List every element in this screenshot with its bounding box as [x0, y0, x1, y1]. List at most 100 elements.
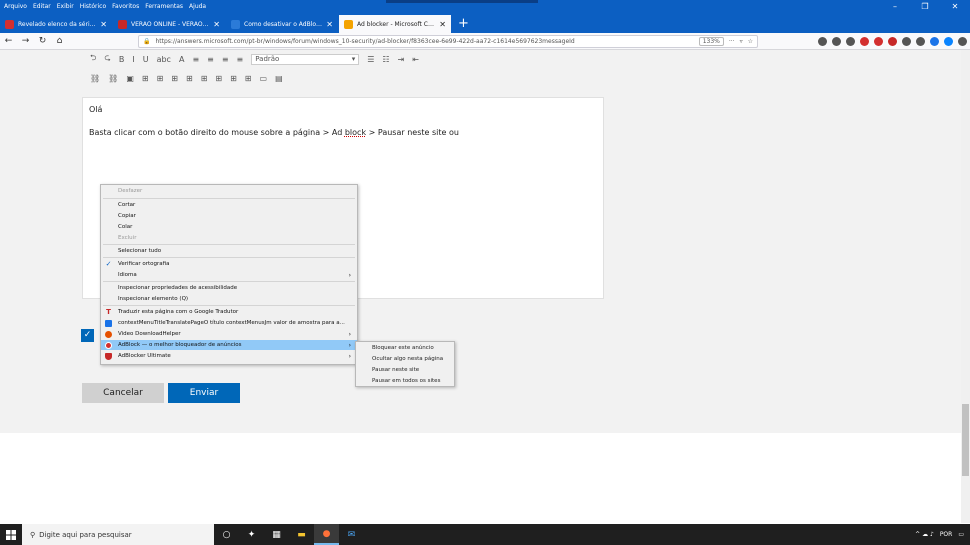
align-justify-icon[interactable]: ≡ [237, 55, 244, 64]
library-icon[interactable] [832, 36, 841, 46]
home-icon[interactable]: ⌂ [51, 36, 68, 46]
back-icon[interactable]: ← [0, 36, 17, 46]
unlink-icon[interactable]: ⛓ [108, 74, 118, 83]
app-icon[interactable]: ✦ [239, 524, 264, 545]
cancel-button[interactable]: Cancelar [82, 383, 164, 403]
tab-close-icon[interactable]: ✕ [100, 20, 107, 29]
italic-button[interactable]: I [132, 55, 134, 64]
tab-close-icon[interactable]: ✕ [213, 20, 220, 29]
menu-edit[interactable]: Editar [33, 3, 51, 10]
new-tab-button[interactable]: + [452, 15, 475, 33]
translate-extension-icon[interactable] [930, 36, 939, 46]
tray-icons[interactable]: ^ ☁ ♪ [915, 531, 934, 538]
menu-history[interactable]: Histórico [80, 3, 106, 10]
notify-checkbox[interactable]: ✓ [81, 329, 94, 342]
table-split-icon[interactable]: ⊞ [230, 74, 237, 83]
align-left-icon[interactable]: ≡ [192, 55, 199, 64]
menu-item-video-downloadhelper[interactable]: Video DownloadHelper › [101, 329, 357, 339]
windows-start-button[interactable] [0, 524, 22, 545]
outdent-icon[interactable]: ⇤ [412, 55, 419, 64]
submenu-block-ad[interactable]: Bloquear este anúncio [356, 343, 454, 353]
more-icon[interactable]: ··· [729, 38, 735, 45]
maximize-button[interactable]: ❐ [910, 0, 940, 13]
indent-icon[interactable]: ⇥ [398, 55, 405, 64]
reload-icon[interactable]: ↻ [34, 36, 51, 46]
mail-icon[interactable]: ✉ [339, 524, 364, 545]
align-center-icon[interactable]: ≡ [207, 55, 214, 64]
menu-item-inspect-element[interactable]: Inspecionar elemento (Q) [101, 294, 357, 304]
menu-item-spellcheck[interactable]: ✓ Verificar ortografia [101, 259, 357, 269]
hamburger-menu-icon[interactable] [958, 36, 967, 46]
menu-tools[interactable]: Ferramentas [145, 3, 183, 10]
tray-language[interactable]: POR [940, 531, 953, 538]
table-row-icon[interactable]: ⊞ [157, 74, 164, 83]
menu-item-adblocker-ultimate[interactable]: AdBlocker Ultimate › [101, 351, 357, 361]
tab-4-active[interactable]: Ad blocker - Microsoft Commu ✕ [339, 15, 451, 33]
task-view-icon[interactable]: ○ [214, 524, 239, 545]
numbered-list-icon[interactable]: ☷ [382, 55, 389, 64]
redo-icon[interactable]: ⮎ [104, 52, 110, 66]
zoom-level[interactable]: 133% [698, 36, 724, 46]
menu-item-copy[interactable]: Copiar [101, 211, 357, 221]
tab-2[interactable]: VERÃO ONLINE - VERÃO ONLINE ✕ [113, 15, 225, 33]
firefox-icon[interactable]: ● [314, 524, 339, 545]
sidebar-icon[interactable] [846, 36, 855, 46]
strikethrough-button[interactable]: abc [157, 55, 171, 64]
menu-favorites[interactable]: Favoritos [112, 3, 139, 10]
tab-3[interactable]: Como desativar o AdBlock - mi ✕ [226, 15, 338, 33]
html-view-icon[interactable]: ▤ [275, 74, 283, 83]
downloads-icon[interactable] [818, 36, 827, 46]
font-color-button[interactable]: A [179, 55, 184, 64]
table-col-icon[interactable]: ⊞ [171, 74, 178, 83]
submenu-pause-site[interactable]: Pausar neste site [356, 365, 454, 375]
extension-icon[interactable] [902, 36, 911, 46]
store-icon[interactable]: ▦ [264, 524, 289, 545]
extension-icon[interactable] [944, 36, 953, 46]
adblocker-ultimate-icon[interactable] [888, 36, 897, 46]
image-icon[interactable]: ▣ [126, 74, 134, 83]
table-delete-icon[interactable]: ⊞ [201, 74, 208, 83]
minimize-button[interactable]: – [880, 0, 910, 13]
forward-icon[interactable]: → [17, 36, 34, 46]
menu-item-language[interactable]: Idioma › [101, 270, 357, 280]
table-merge-icon[interactable]: ⊞ [215, 74, 222, 83]
menu-item-undo[interactable]: Desfazer [101, 186, 357, 196]
menu-file[interactable]: Arquivo [4, 3, 27, 10]
menu-item-paste[interactable]: Colar [101, 222, 357, 232]
link-icon[interactable]: ⛓ [90, 74, 100, 83]
extension-icon[interactable] [916, 36, 925, 46]
tab-close-icon[interactable]: ✕ [439, 20, 446, 29]
align-right-icon[interactable]: ≡ [222, 55, 229, 64]
submenu-pause-all-sites[interactable]: Pausar em todos os sites [356, 376, 454, 386]
tab-close-icon[interactable]: ✕ [326, 20, 333, 29]
table-props-icon[interactable]: ⊞ [245, 74, 252, 83]
send-button[interactable]: Enviar [168, 383, 240, 403]
menu-item-translate[interactable]: T Traduzir esta página com o Google Trad… [101, 307, 357, 317]
menu-item-inspect-accessibility[interactable]: Inspecionar propriedades de acessibilida… [101, 283, 357, 293]
code-block-icon[interactable]: ▭ [260, 74, 268, 83]
menu-item-adblock[interactable]: AdBlock — o melhor bloqueador de anúncio… [101, 340, 357, 350]
taskbar-search[interactable]: ⚲ Digite aqui para pesquisar [22, 524, 214, 545]
submenu-hide-something[interactable]: Ocultar algo nesta página [356, 354, 454, 364]
tab-1[interactable]: Revelado elenco da série live a ✕ [0, 15, 112, 33]
format-select[interactable]: Padrão ▾ [251, 53, 360, 65]
scrollbar-thumb[interactable] [962, 404, 969, 476]
notification-icon[interactable]: ▭ [958, 531, 964, 538]
url-bar[interactable]: 🔒 https://answers.microsoft.com/pt-br/wi… [138, 34, 758, 48]
table-insert-icon[interactable]: ⊞ [186, 74, 193, 83]
bullet-list-icon[interactable]: ☰ [367, 55, 374, 64]
pocket-icon[interactable]: ▿ [740, 38, 743, 45]
adblock-extension-icon[interactable] [860, 36, 869, 46]
bookmark-star-icon[interactable]: ☆ [748, 38, 753, 45]
close-window-button[interactable]: ✕ [940, 0, 970, 13]
undo-icon[interactable]: ⮌ [90, 52, 96, 66]
underline-button[interactable]: U [143, 55, 149, 64]
bold-button[interactable]: B [119, 55, 125, 64]
ublock-extension-icon[interactable] [874, 36, 883, 46]
menu-item-delete[interactable]: Excluir [101, 233, 357, 243]
table-icon[interactable]: ⊞ [142, 74, 149, 83]
file-explorer-icon[interactable]: ▬ [289, 524, 314, 545]
menu-help[interactable]: Ajuda [189, 3, 206, 10]
menu-item-select-all[interactable]: Selecionar tudo [101, 246, 357, 256]
menu-item-translate-sample[interactable]: contextMenuTitleTranslatePageO título co… [101, 318, 357, 328]
